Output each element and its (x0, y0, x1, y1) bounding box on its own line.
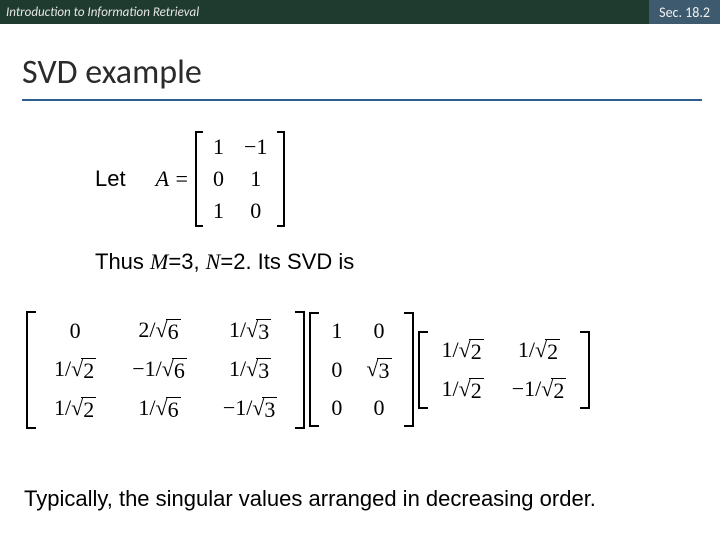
matrix-Vt: 1/√21/√2 1/√2−1/√2 (418, 331, 591, 409)
section-badge: Sec. 18.2 (649, 0, 720, 24)
footer-note: Typically, the singular values arranged … (24, 486, 696, 512)
slide-title: SVD example (22, 52, 720, 93)
U-12: 1/√3 (205, 350, 296, 389)
matrix-U: 02/√61/√3 1/√2−1/√61/√3 1/√21/√6−1/√3 (26, 311, 305, 429)
matrix-A-body: 1−1 01 10 (203, 131, 277, 227)
title-rule (22, 99, 702, 101)
U-21: 1/√6 (114, 389, 205, 428)
content: Let A = 1−1 01 10 Thus M=3, N=2. Its SVD… (95, 131, 720, 275)
thus-line: Thus M=3, N=2. Its SVD is (95, 249, 720, 275)
S-01: 0 (354, 312, 403, 350)
svd-product: 02/√61/√3 1/√2−1/√61/√3 1/√21/√6−1/√3 10… (26, 311, 720, 429)
U-10: 1/√2 (36, 350, 114, 389)
S-21: 0 (354, 389, 403, 427)
U-02: 1/√3 (205, 311, 296, 350)
U-01: 2/√6 (114, 311, 205, 350)
top-bar: Introduction to Information Retrieval Se… (0, 0, 720, 24)
U-00: 0 (36, 311, 114, 350)
U-22: −1/√3 (205, 389, 296, 428)
S-00: 1 (319, 312, 354, 350)
title-area: SVD example (22, 52, 720, 101)
matrix-A: A = 1−1 01 10 (156, 131, 286, 227)
A-equals: A = (156, 131, 189, 227)
V-10: 1/√2 (428, 370, 498, 409)
matrix-Sigma: 10 0√3 00 (309, 312, 413, 427)
V-01: 1/√2 (498, 331, 581, 370)
S-10: 0 (319, 350, 354, 389)
S-20: 0 (319, 389, 354, 427)
let-label: Let (95, 166, 126, 192)
V-00: 1/√2 (428, 331, 498, 370)
course-title: Introduction to Information Retrieval (0, 5, 199, 20)
S-11: √3 (354, 350, 403, 389)
U-20: 1/√2 (36, 389, 114, 428)
U-11: −1/√6 (114, 350, 205, 389)
let-row: Let A = 1−1 01 10 (95, 131, 720, 227)
V-11: −1/√2 (498, 370, 581, 409)
